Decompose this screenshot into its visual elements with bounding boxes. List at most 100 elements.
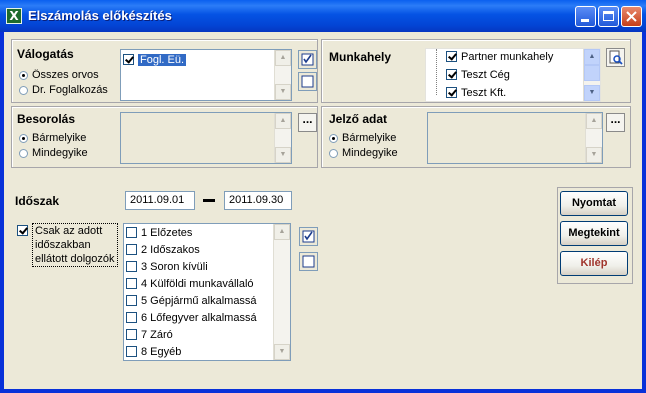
radio-dot — [19, 148, 28, 158]
jelzo-panel: Jelző adat Bármelyike Mindegyike ▲ ▼ ... — [321, 106, 631, 168]
list-item-label: 6 Lőfegyver alkalmassá — [141, 311, 257, 324]
list-item-label: Fogl. Eü. — [138, 53, 187, 66]
minimize-button[interactable] — [575, 6, 596, 27]
checkbox[interactable] — [446, 51, 457, 62]
search-button[interactable] — [606, 48, 625, 67]
scrollbar[interactable]: ▲ ▼ — [274, 50, 291, 100]
date-from-field[interactable]: 2011.09.01 — [125, 191, 195, 210]
checkbox[interactable] — [123, 54, 134, 65]
list-item[interactable]: 6 Lőfegyver alkalmassá — [126, 309, 257, 326]
radio-label: Bármelyike — [342, 132, 397, 144]
radio-dr-foglalkozas[interactable]: Dr. Foglalkozás — [19, 84, 117, 96]
tree-item[interactable]: Teszt Cég — [446, 66, 510, 83]
uncheck-all-categories-button[interactable] — [299, 252, 318, 271]
checkbox[interactable] — [446, 87, 457, 98]
check-all-categories-button[interactable] — [299, 227, 318, 246]
exit-button[interactable]: Kilép — [560, 251, 628, 276]
only-period-label: Csak az adott időszakban ellátott dolgoz… — [32, 223, 118, 267]
category-list[interactable]: 1 Előzetes 2 Időszakos 3 Soron kívüli 4 … — [123, 223, 291, 361]
dialog-body: Válogatás Összes orvos Dr. Foglalkozás F… — [4, 32, 642, 389]
scrollbar[interactable]: ▲ ▼ — [273, 224, 290, 360]
scroll-down-button[interactable]: ▼ — [274, 344, 290, 360]
check-all-icon — [301, 53, 314, 66]
scroll-thumb[interactable] — [584, 65, 600, 81]
scrollbar[interactable]: ▲ ▼ — [583, 49, 600, 101]
radio-jelzo-barmelyike[interactable]: Bármelyike — [329, 132, 396, 144]
view-button[interactable]: Megtekint — [560, 221, 628, 246]
idoszak-label: Időszak — [15, 194, 60, 208]
scroll-up-button[interactable]: ▲ — [275, 113, 291, 129]
munkahely-title: Munkahely — [329, 50, 392, 64]
list-item[interactable]: 2 Időszakos — [126, 241, 200, 258]
jelzo-list[interactable]: ▲ ▼ — [427, 112, 603, 164]
date-to-field[interactable]: 2011.09.30 — [224, 191, 292, 210]
uncheck-all-icon — [301, 75, 314, 88]
scroll-up-button[interactable]: ▲ — [586, 113, 602, 129]
checkbox[interactable] — [126, 346, 137, 357]
list-item[interactable]: 5 Gépjármű alkalmassá — [126, 292, 257, 309]
scroll-down-button[interactable]: ▼ — [275, 147, 291, 163]
list-item-label: 4 Külföldi munkavállaló — [141, 277, 254, 290]
munkahely-tree[interactable]: Partner munkahely Teszt Cég Teszt Kft. ▲… — [425, 48, 601, 102]
radio-label: Mindegyike — [342, 147, 398, 159]
checkbox[interactable] — [126, 227, 137, 238]
besorolas-more-button[interactable]: ... — [298, 113, 317, 132]
radio-label: Dr. Foglalkozás — [32, 84, 108, 96]
scroll-down-button[interactable]: ▼ — [586, 147, 602, 163]
magnifier-page-icon — [609, 50, 623, 65]
tree-item[interactable]: Teszt Kft. — [446, 84, 506, 101]
scroll-up-button[interactable]: ▲ — [275, 50, 291, 66]
scroll-up-button[interactable]: ▲ — [584, 49, 600, 65]
checkbox[interactable] — [126, 295, 137, 306]
radio-dot — [19, 133, 28, 143]
list-item[interactable]: Fogl. Eü. — [123, 51, 187, 68]
list-item[interactable]: 8 Egyéb — [126, 343, 181, 360]
jelzo-more-button[interactable]: ... — [606, 113, 625, 132]
munkahely-panel: Munkahely Partner munkahely Teszt Cég Te… — [321, 39, 631, 103]
checkbox[interactable] — [126, 261, 137, 272]
only-period-line: Csak az adott — [35, 225, 103, 237]
maximize-icon — [603, 11, 614, 21]
radio-osszes-orvos[interactable]: Összes orvos — [19, 69, 117, 81]
checkbox[interactable] — [126, 329, 137, 340]
uncheck-all-button[interactable] — [298, 72, 317, 91]
x-app-icon: X — [6, 8, 22, 24]
checkbox[interactable] — [126, 244, 137, 255]
besorolas-panel: Besorolás Bármelyike Mindegyike ▲ ▼ ... — [11, 106, 318, 168]
scrollbar[interactable]: ▲ ▼ — [274, 113, 291, 163]
besorolas-list[interactable]: ▲ ▼ — [120, 112, 292, 164]
list-item[interactable]: 4 Külföldi munkavállaló — [126, 275, 254, 292]
date-range-dash — [203, 199, 215, 202]
tree-line — [436, 49, 437, 95]
radio-besorolas-barmelyike[interactable]: Bármelyike — [19, 132, 86, 144]
scrollbar[interactable]: ▲ ▼ — [585, 113, 602, 163]
check-all-button[interactable] — [298, 50, 317, 69]
scroll-down-button[interactable]: ▼ — [584, 85, 600, 101]
title-bar[interactable]: X Elszámolás előkészítés — [0, 0, 646, 32]
radio-dot — [329, 133, 338, 143]
checkbox[interactable] — [446, 69, 457, 80]
checkbox[interactable] — [126, 312, 137, 323]
list-item[interactable]: 7 Záró — [126, 326, 173, 343]
print-button[interactable]: Nyomtat — [560, 191, 628, 216]
checkbox[interactable] — [17, 225, 28, 236]
scroll-up-button[interactable]: ▲ — [274, 224, 290, 240]
scroll-down-button[interactable]: ▼ — [275, 84, 291, 100]
maximize-button[interactable] — [598, 6, 619, 27]
list-item[interactable]: 3 Soron kívüli — [126, 258, 208, 275]
tree-item[interactable]: Partner munkahely — [446, 49, 553, 65]
valogatas-list[interactable]: Fogl. Eü. ▲ ▼ — [120, 49, 292, 101]
close-icon — [626, 11, 637, 22]
checkbox[interactable] — [126, 278, 137, 289]
radio-label: Összes orvos — [32, 69, 99, 81]
list-item-label: 2 Időszakos — [141, 243, 200, 256]
valogatas-title: Válogatás — [17, 47, 74, 61]
radio-besorolas-mindegyike[interactable]: Mindegyike — [19, 147, 88, 159]
close-button[interactable] — [621, 6, 642, 27]
list-item[interactable]: 1 Előzetes — [126, 224, 192, 241]
radio-jelzo-mindegyike[interactable]: Mindegyike — [329, 147, 398, 159]
app-window: X Elszámolás előkészítés Válogatás Össze… — [0, 0, 646, 393]
only-period-line: időszakban — [35, 239, 91, 251]
radio-dot — [19, 85, 28, 95]
uncheck-all-icon — [302, 255, 315, 268]
